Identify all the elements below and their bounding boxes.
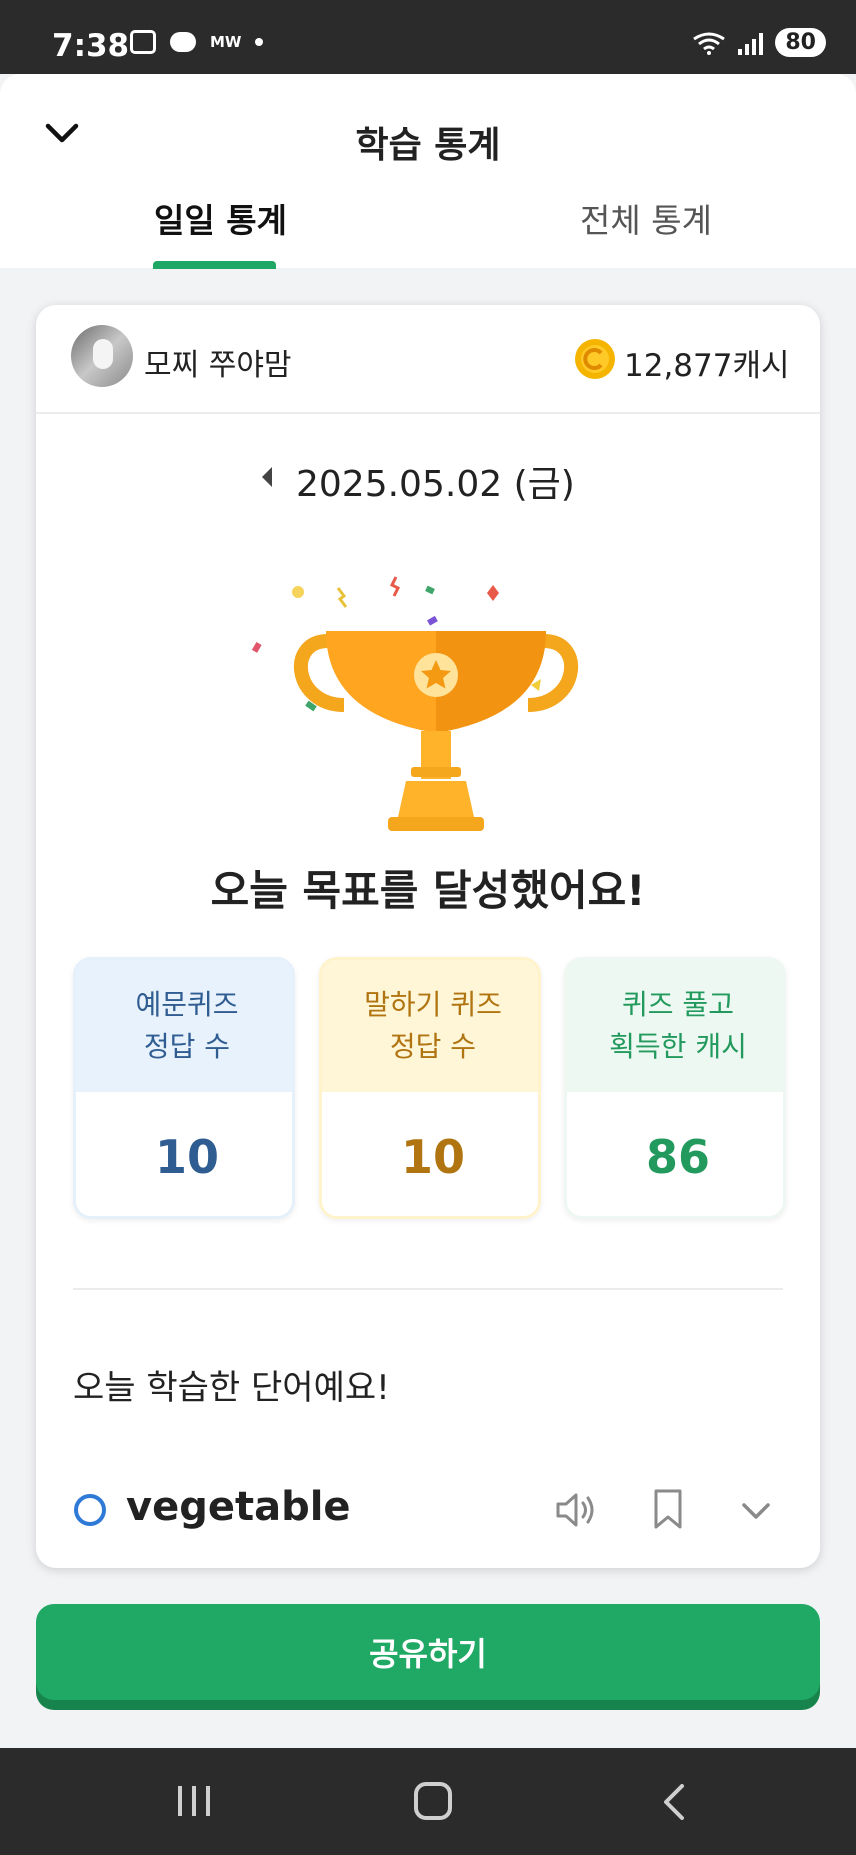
signal-icon — [738, 31, 764, 55]
stat-card-speaking-quiz: 말하기 퀴즈 정답 수 10 — [319, 957, 541, 1219]
share-button[interactable]: 공유하기 — [36, 1604, 820, 1700]
expand-icon[interactable] — [739, 1494, 773, 1528]
back-icon[interactable] — [660, 1782, 688, 1822]
tab-total-stats[interactable]: 전체 통계 — [580, 194, 712, 242]
recents-icon[interactable] — [176, 1784, 212, 1818]
trophy-icon — [251, 576, 578, 831]
stat-value: 10 — [76, 1092, 292, 1216]
profile-row: 모찌 쭈야맘 12,877캐시 — [36, 305, 820, 414]
words-section-title: 오늘 학습한 단어예요! — [73, 1368, 390, 1408]
tab-daily-stats[interactable]: 일일 통계 — [154, 194, 287, 242]
previous-date-icon[interactable] — [262, 467, 272, 487]
daily-stats-card: 모찌 쭈야맘 12,877캐시 2025.05.02 (금) 오늘 목표를 달성… — [36, 305, 820, 1568]
stat-value: 10 — [322, 1092, 538, 1216]
nickname: 모찌 쭈야맘 — [144, 348, 292, 383]
divider — [73, 1288, 783, 1290]
stat-label: 예문퀴즈 정답 수 — [76, 960, 292, 1092]
wifi-icon — [693, 32, 726, 55]
date-label: 2025.05.02 (금) — [296, 464, 575, 505]
chat-bubble-icon — [170, 32, 196, 52]
stat-card-example-quiz: 예문퀴즈 정답 수 10 — [73, 957, 295, 1219]
coin-icon — [575, 339, 615, 379]
battery-indicator: 80 — [775, 28, 826, 57]
stat-label: 말하기 퀴즈 정답 수 — [322, 960, 538, 1092]
correct-circle-icon — [74, 1494, 106, 1526]
status-bar: 7:38 MW 80 — [0, 0, 856, 74]
notification-dot-icon — [255, 38, 264, 46]
word-row[interactable]: vegetable — [36, 1470, 820, 1550]
page-title: 학습 통계 — [355, 125, 501, 166]
home-icon[interactable] — [414, 1782, 452, 1820]
system-nav-bar — [0, 1748, 856, 1855]
mw-icon: MW — [210, 33, 242, 51]
bookmark-icon[interactable] — [652, 1488, 684, 1530]
speaker-icon[interactable] — [554, 1490, 598, 1530]
stat-card-earned-cash: 퀴즈 풀고 획득한 캐시 86 — [564, 957, 786, 1219]
status-system-icons: 80 — [692, 28, 826, 57]
cash-balance: 12,877캐시 — [624, 348, 790, 384]
stat-label: 퀴즈 풀고 획득한 캐시 — [567, 960, 783, 1092]
goal-achieved-message: 오늘 목표를 달성했어요! — [210, 866, 646, 915]
stat-value: 86 — [567, 1092, 783, 1216]
avatar — [71, 325, 133, 387]
header: 학습 통계 일일 통계 전체 통계 — [0, 74, 856, 269]
screenshot-icon — [130, 30, 156, 54]
word-text: vegetable — [126, 1484, 351, 1530]
active-tab-indicator — [153, 261, 276, 269]
status-notification-icons: MW — [130, 30, 264, 54]
status-time: 7:38 — [52, 28, 130, 64]
